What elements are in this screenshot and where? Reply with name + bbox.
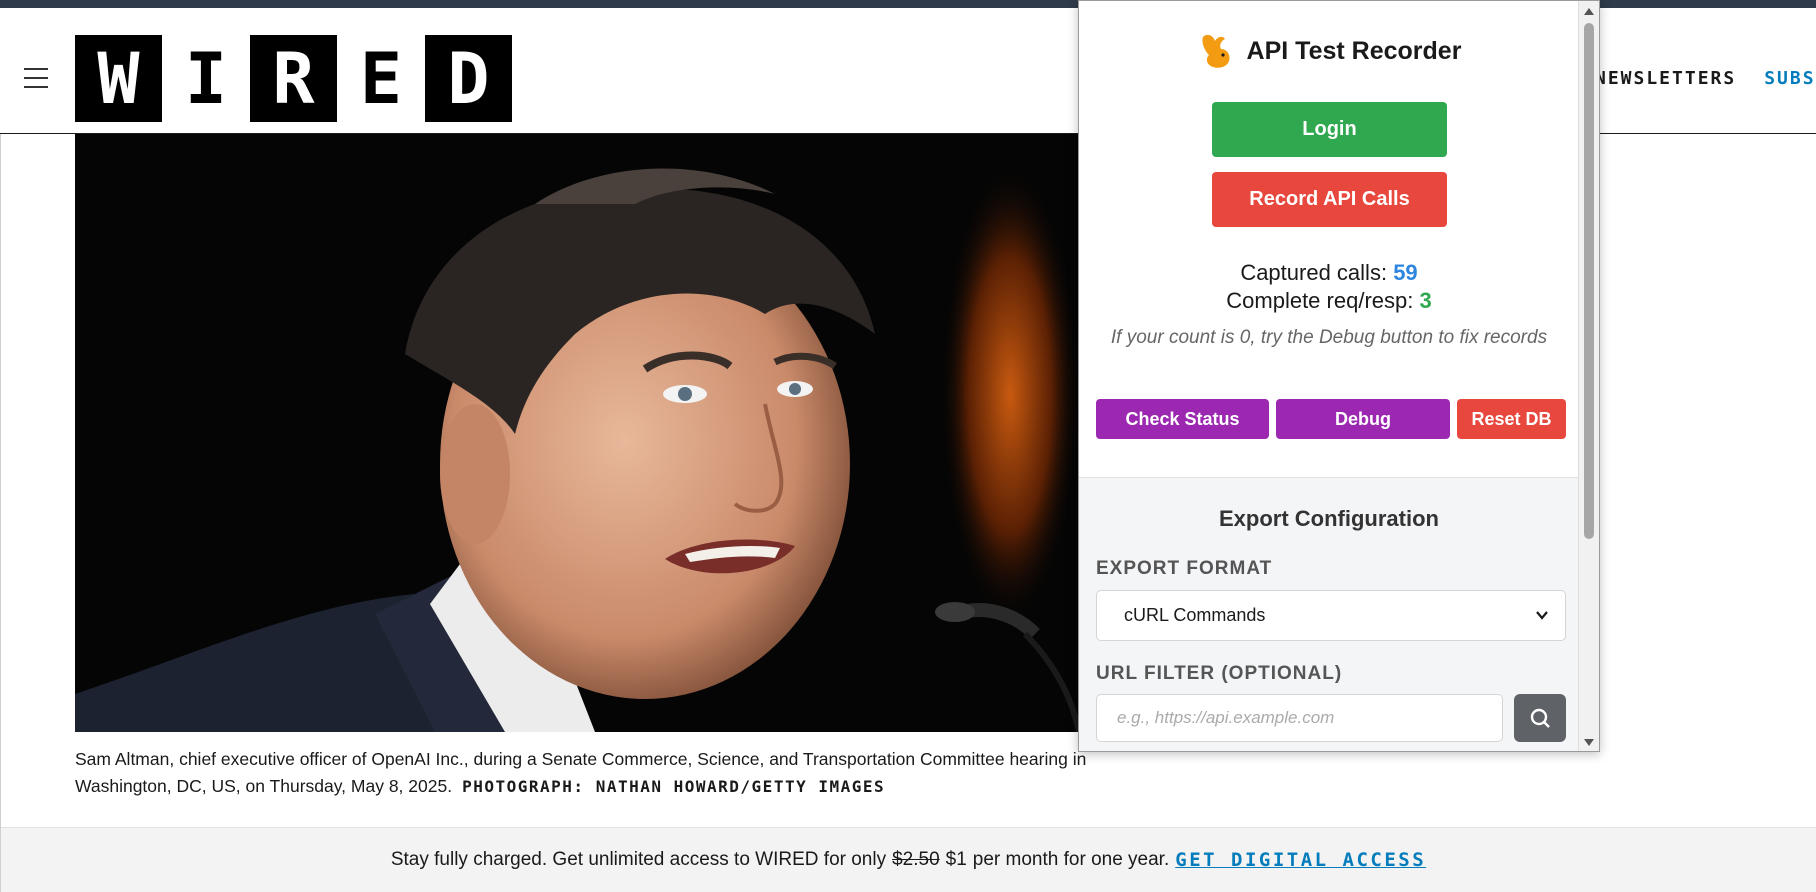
paywall-text-before: Stay fully charged. Get unlimited access… (390, 849, 887, 870)
complete-reqresp-label: Complete req/resp: (1226, 288, 1414, 313)
url-filter-input[interactable] (1096, 694, 1503, 742)
logo-letter-e: E (337, 35, 425, 122)
logo-letter-i: I (162, 35, 250, 122)
chevron-down-icon (1536, 611, 1548, 620)
record-api-calls-button[interactable]: Record API Calls (1212, 172, 1447, 227)
scroll-thumb[interactable] (1584, 23, 1594, 539)
paywall-banner: Stay fully charged. Get unlimited access… (1, 827, 1816, 892)
wired-logo[interactable]: W I R E D (75, 35, 512, 122)
nav-newsletters-link[interactable]: NEWSLETTERS (1595, 68, 1736, 89)
api-test-recorder-popup: API Test Recorder Login Record API Calls… (1078, 0, 1600, 752)
hero-photo (75, 134, 1079, 732)
photo-caption: Sam Altman, chief executive officer of O… (75, 746, 1155, 800)
complete-reqresp-count: 3 (1419, 288, 1432, 313)
export-format-value: cURL Commands (1124, 605, 1266, 625)
caption-line-2: Washington, DC, US, on Thursday, May 8, … (75, 773, 1155, 800)
debug-hint: If your count is 0, try the Debug button… (1110, 327, 1548, 348)
export-configuration-title: Export Configuration (1219, 506, 1439, 531)
paywall-old-price: $2.50 (892, 849, 940, 870)
caption-line-2-text: Washington, DC, US, on Thursday, May 8, … (75, 776, 453, 796)
paywall-new-price: $1 (945, 849, 967, 870)
captured-calls-label: Captured calls: (1240, 260, 1388, 285)
scroll-down-icon[interactable] (1584, 739, 1594, 746)
export-format-select[interactable]: cURL Commands (1096, 590, 1566, 641)
check-status-button[interactable]: Check Status (1096, 399, 1269, 439)
reset-db-button[interactable]: Reset DB (1457, 399, 1566, 439)
capture-stats: Captured calls: 59 Complete req/resp: 3 (1079, 259, 1579, 315)
popup-title: API Test Recorder (1246, 36, 1462, 65)
page-left-border (0, 8, 1, 892)
export-configuration-section: Export Configuration EXPORT FORMAT cURL … (1079, 477, 1579, 751)
hamburger-menu-icon[interactable] (24, 68, 50, 88)
header-nav: NEWSLETTERS SUBS (1595, 68, 1816, 89)
popup-content: API Test Recorder Login Record API Calls… (1079, 1, 1579, 751)
url-filter-label: URL FILTER (OPTIONAL) (1096, 663, 1343, 684)
popup-header: API Test Recorder (1079, 31, 1579, 71)
logo-letter-w: W (75, 35, 162, 122)
caption-line-1: Sam Altman, chief executive officer of O… (75, 749, 1087, 769)
nav-subscribe-link[interactable]: SUBS (1764, 68, 1815, 89)
paywall-text-after: per month for one year. (972, 849, 1170, 870)
logo-letter-d: D (425, 35, 512, 122)
complete-reqresp-row: Complete req/resp: 3 (1079, 287, 1579, 315)
photo-credit: PHOTOGRAPH: NATHAN HOWARD/GETTY IMAGES (462, 777, 886, 796)
debug-button[interactable]: Debug (1276, 399, 1450, 439)
popup-scrollbar[interactable] (1578, 1, 1599, 751)
captured-calls-count: 59 (1393, 260, 1418, 285)
scroll-up-icon[interactable] (1584, 8, 1594, 15)
url-filter-search-button[interactable] (1514, 694, 1566, 742)
rabbit-icon (1202, 34, 1230, 68)
logo-letter-r: R (250, 35, 337, 122)
get-digital-access-link[interactable]: GET DIGITAL ACCESS (1175, 849, 1426, 871)
export-format-label: EXPORT FORMAT (1096, 558, 1273, 579)
captured-calls-row: Captured calls: 59 (1079, 259, 1579, 287)
search-icon (1530, 708, 1550, 728)
login-button[interactable]: Login (1212, 102, 1447, 157)
